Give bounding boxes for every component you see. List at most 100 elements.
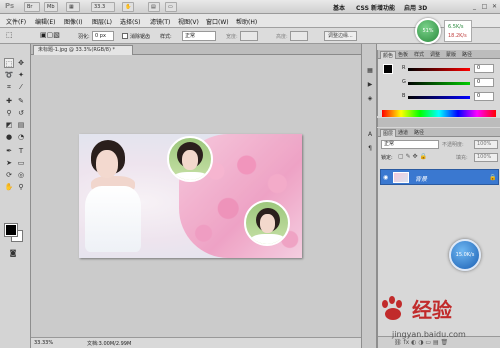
width-input[interactable] <box>240 31 258 41</box>
width-label: 宽度: <box>226 34 238 40</box>
fill-input[interactable]: 100% <box>474 153 498 162</box>
tab-masks[interactable]: 蒙版 <box>444 51 458 59</box>
path-select-icon[interactable]: ➤ <box>4 158 14 168</box>
screen-mode-button[interactable]: ▭ <box>165 2 177 12</box>
document-tab[interactable]: 未标题-1.jpg @ 33.3%(RGB/8) * <box>33 45 133 55</box>
network-speed-widget: 6.5K/s 18.2K/s <box>444 20 472 42</box>
menu-window[interactable]: 窗口(W) <box>206 17 229 26</box>
hand-tool-button[interactable]: ✋ <box>122 2 134 12</box>
zoom-tool-icon[interactable]: ⚲ <box>16 182 26 192</box>
blend-mode-select[interactable]: 正常 <box>381 140 439 149</box>
red-slider[interactable]: R 0 <box>382 64 496 74</box>
doc-info[interactable]: 文档:3.00M/2.99M <box>87 340 131 347</box>
tools-panel: ⬚ ✥ ➰ ✦ ⌗ ⁄ ✚ ✎ ⚲ ↺ ◩ ▤ ● ◔ ✒ T ➤ ▭ ⟳ ◎ … <box>0 44 31 348</box>
menu-edit[interactable]: 编辑(E) <box>35 17 55 26</box>
tab-color[interactable]: 颜色 <box>380 51 397 59</box>
history-panel-icon[interactable]: ▦ <box>365 66 375 76</box>
opacity-input[interactable]: 100% <box>474 140 498 149</box>
maximize-icon[interactable]: □ <box>480 2 489 11</box>
tab-layers[interactable]: 图层 <box>380 129 397 137</box>
zoom-readout[interactable]: 33.33% <box>34 340 53 346</box>
lasso-tool-icon[interactable]: ➰ <box>4 70 14 80</box>
app-bar: Ps Br Mb ▦ 33.3 ✋ ▤ ▭ 基本 CSS 新增功能 启用 3D … <box>0 0 500 14</box>
tab-adjustments[interactable]: 调整 <box>428 51 442 59</box>
artwork-canvas[interactable] <box>79 134 302 258</box>
lock-icons[interactable]: ▢ ✎ ✥ 🔒 <box>398 153 427 160</box>
pen-tool-icon[interactable]: ✒ <box>4 146 14 156</box>
menu-help[interactable]: 帮助(H) <box>236 17 257 26</box>
close-icon[interactable]: ✕ <box>490 2 499 11</box>
actions-panel-icon[interactable]: ▶ <box>365 80 375 90</box>
watermark-text: 经验 <box>412 298 452 322</box>
feather-input[interactable]: 0 px <box>92 31 114 41</box>
zoom-dropdown[interactable]: 33.3 <box>91 2 115 12</box>
tab-paths-color[interactable]: 路径 <box>460 51 474 59</box>
dodge-tool-icon[interactable]: ◔ <box>16 132 26 142</box>
bridge-button[interactable]: Br <box>24 2 40 12</box>
menu-file[interactable]: 文件(F) <box>6 17 26 26</box>
collapsed-panels-dock: ▦ ▶ ◈ A ¶ <box>361 44 377 348</box>
gradient-tool-icon[interactable]: ▤ <box>16 120 26 130</box>
marquee-preset-icon[interactable]: ⬚ <box>6 31 13 39</box>
magic-wand-icon[interactable]: ✦ <box>16 70 26 80</box>
visibility-eye-icon[interactable]: ◉ <box>383 174 388 181</box>
move-tool-icon[interactable]: ✥ <box>16 58 26 68</box>
style-select[interactable]: 正常 <box>182 31 216 41</box>
menu-layer[interactable]: 图层(L) <box>92 17 112 26</box>
tab-styles[interactable]: 样式 <box>412 51 426 59</box>
color-spectrum-bar[interactable] <box>382 110 496 117</box>
performance-badge[interactable]: 51% <box>415 18 441 44</box>
minibridge-button[interactable]: Mb <box>44 2 58 12</box>
menu-view[interactable]: 视图(V) <box>178 17 199 26</box>
swatch-panel-icon[interactable]: ◈ <box>365 94 375 104</box>
bride-main-photo <box>81 138 143 254</box>
blue-slider[interactable]: B 0 <box>382 92 496 102</box>
circle-photo-bottom <box>244 200 290 246</box>
layer-row-background[interactable]: ◉ 背景 🔒 <box>380 169 499 185</box>
circle-photo-top <box>167 136 213 182</box>
paragraph-panel-icon[interactable]: ¶ <box>365 144 375 154</box>
style-label: 样式: <box>160 34 172 40</box>
refine-edge-button[interactable]: 调整边缘... <box>324 31 357 41</box>
3d-orbit-icon[interactable]: ◎ <box>16 170 26 180</box>
foreground-color-swatch[interactable] <box>4 223 18 237</box>
menu-filter[interactable]: 滤镜(T) <box>150 17 170 26</box>
tab-channels[interactable]: 通道 <box>396 129 410 137</box>
minimize-icon[interactable]: _ <box>470 2 479 11</box>
arrange-documents-button[interactable]: ▤ <box>148 2 160 12</box>
shape-tool-icon[interactable]: ▭ <box>16 158 26 168</box>
status-bar: 33.33% 文档:3.00M/2.99M <box>31 337 361 348</box>
adjustments-panel-header[interactable] <box>377 118 500 127</box>
lock-icon: 🔒 <box>489 174 497 181</box>
height-input[interactable] <box>290 31 308 41</box>
clone-stamp-icon[interactable]: ⚲ <box>4 108 14 118</box>
menu-select[interactable]: 选择(S) <box>120 17 141 26</box>
tab-swatches[interactable]: 色板 <box>396 51 410 59</box>
type-tool-icon[interactable]: T <box>16 146 26 156</box>
fill-label: 填充: <box>456 155 468 161</box>
quick-mask-icon[interactable]: ◙ <box>8 248 18 258</box>
hand-tool-icon[interactable]: ✋ <box>4 182 14 192</box>
history-brush-icon[interactable]: ↺ <box>16 108 26 118</box>
workspace-css[interactable]: CSS 新增功能 <box>356 3 395 12</box>
menu-image[interactable]: 图像(I) <box>64 17 82 26</box>
workspace-essentials[interactable]: 基本 <box>333 3 345 12</box>
baidu-jingyan-watermark: 经验 jingyan.baidu.com <box>380 292 498 346</box>
brush-tool-icon[interactable]: ✎ <box>16 96 26 106</box>
crop-tool-icon[interactable]: ⌗ <box>4 82 14 92</box>
tab-paths[interactable]: 路径 <box>412 129 426 137</box>
healing-brush-icon[interactable]: ✚ <box>4 96 14 106</box>
workspace-3d[interactable]: 启用 3D <box>404 3 427 12</box>
blur-tool-icon[interactable]: ● <box>4 132 14 142</box>
marquee-tool-icon[interactable]: ⬚ <box>4 58 14 68</box>
opacity-label: 不透明度: <box>442 142 464 148</box>
green-slider[interactable]: G 0 <box>382 78 496 88</box>
selection-mode-icons[interactable]: ▣▢▧ <box>40 31 60 39</box>
eraser-icon[interactable]: ◩ <box>4 120 14 130</box>
antialias-checkbox[interactable] <box>122 33 128 39</box>
speed-ball[interactable]: 15.0K/s <box>449 239 481 271</box>
guides-dropdown[interactable]: ▦ <box>66 2 80 12</box>
3d-rotate-icon[interactable]: ⟳ <box>4 170 14 180</box>
character-panel-icon[interactable]: A <box>365 130 375 140</box>
eyedropper-icon[interactable]: ⁄ <box>16 82 26 92</box>
